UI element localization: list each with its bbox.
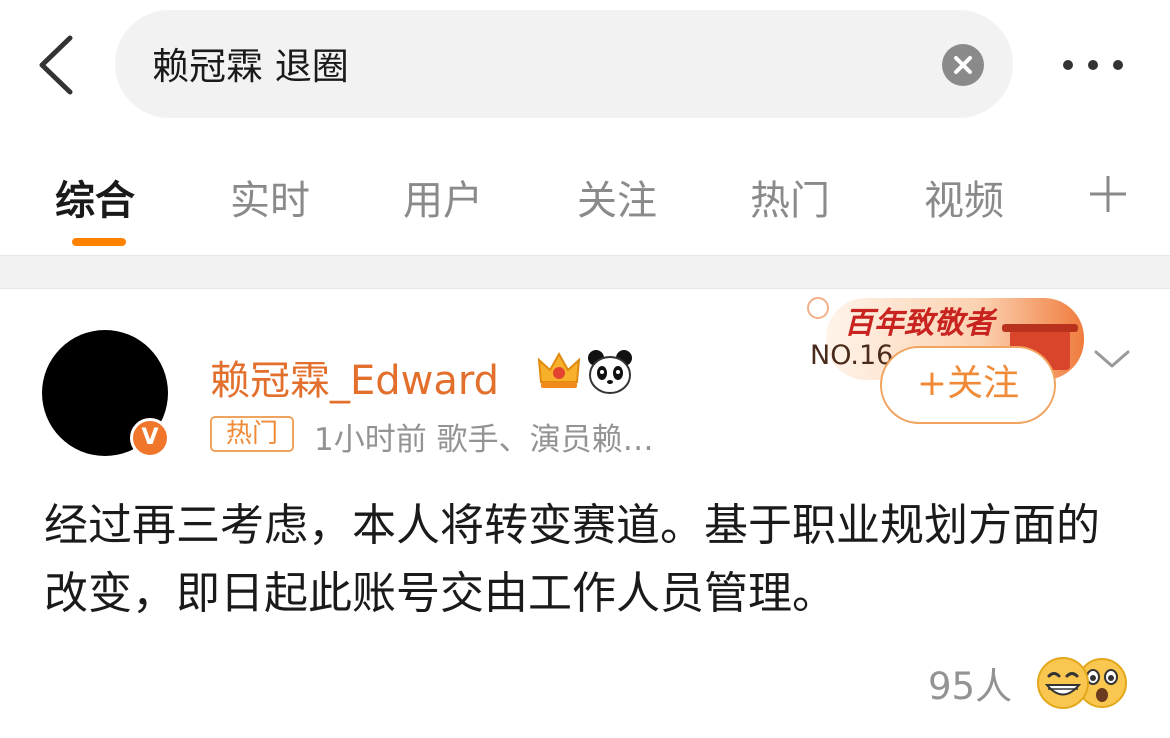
username[interactable]: 赖冠霖_Edward: [210, 348, 499, 406]
back-button[interactable]: [30, 30, 80, 100]
chevron-left-icon: [39, 35, 73, 95]
tab-comprehensive[interactable]: 综合: [55, 168, 135, 226]
more-dots-icon: [1063, 60, 1123, 70]
verified-badge: V: [130, 418, 170, 458]
active-tab-indicator: [72, 238, 126, 246]
tab-following[interactable]: 关注: [577, 168, 657, 226]
chevron-down-icon: [1094, 350, 1130, 368]
add-tab-button[interactable]: [1086, 172, 1130, 216]
reaction-count: 95人: [928, 665, 1013, 708]
tab-users[interactable]: 用户: [403, 168, 483, 226]
follow-button[interactable]: +关注: [880, 346, 1056, 424]
banner-title: 百年致敬者: [844, 306, 994, 341]
post-content: 经过再三考虑，本人将转变赛道。基于职业规划方面的改变，即日起此账号交由工作人员管…: [44, 500, 1100, 619]
post-menu-button[interactable]: [1092, 344, 1132, 374]
post-meta: 1小时前 歌手、演员赖…: [314, 422, 654, 458]
tab-realtime[interactable]: 实时: [230, 168, 310, 226]
tab-hot[interactable]: 热门: [750, 168, 830, 226]
banner-rank: NO.16: [810, 340, 894, 371]
more-button[interactable]: [1058, 50, 1128, 80]
grin-emoji-icon: [1036, 656, 1090, 710]
clear-search-button[interactable]: [942, 44, 984, 86]
clear-x-icon: [954, 56, 972, 74]
tab-video[interactable]: 视频: [924, 168, 1004, 226]
section-divider: [0, 255, 1170, 289]
search-query-text[interactable]: 赖冠霖 退圈: [152, 36, 349, 90]
hot-tag: 热门: [210, 416, 294, 452]
panda-icon: [585, 347, 635, 397]
plus-icon: [1090, 176, 1126, 212]
crown-icon: [536, 348, 582, 394]
